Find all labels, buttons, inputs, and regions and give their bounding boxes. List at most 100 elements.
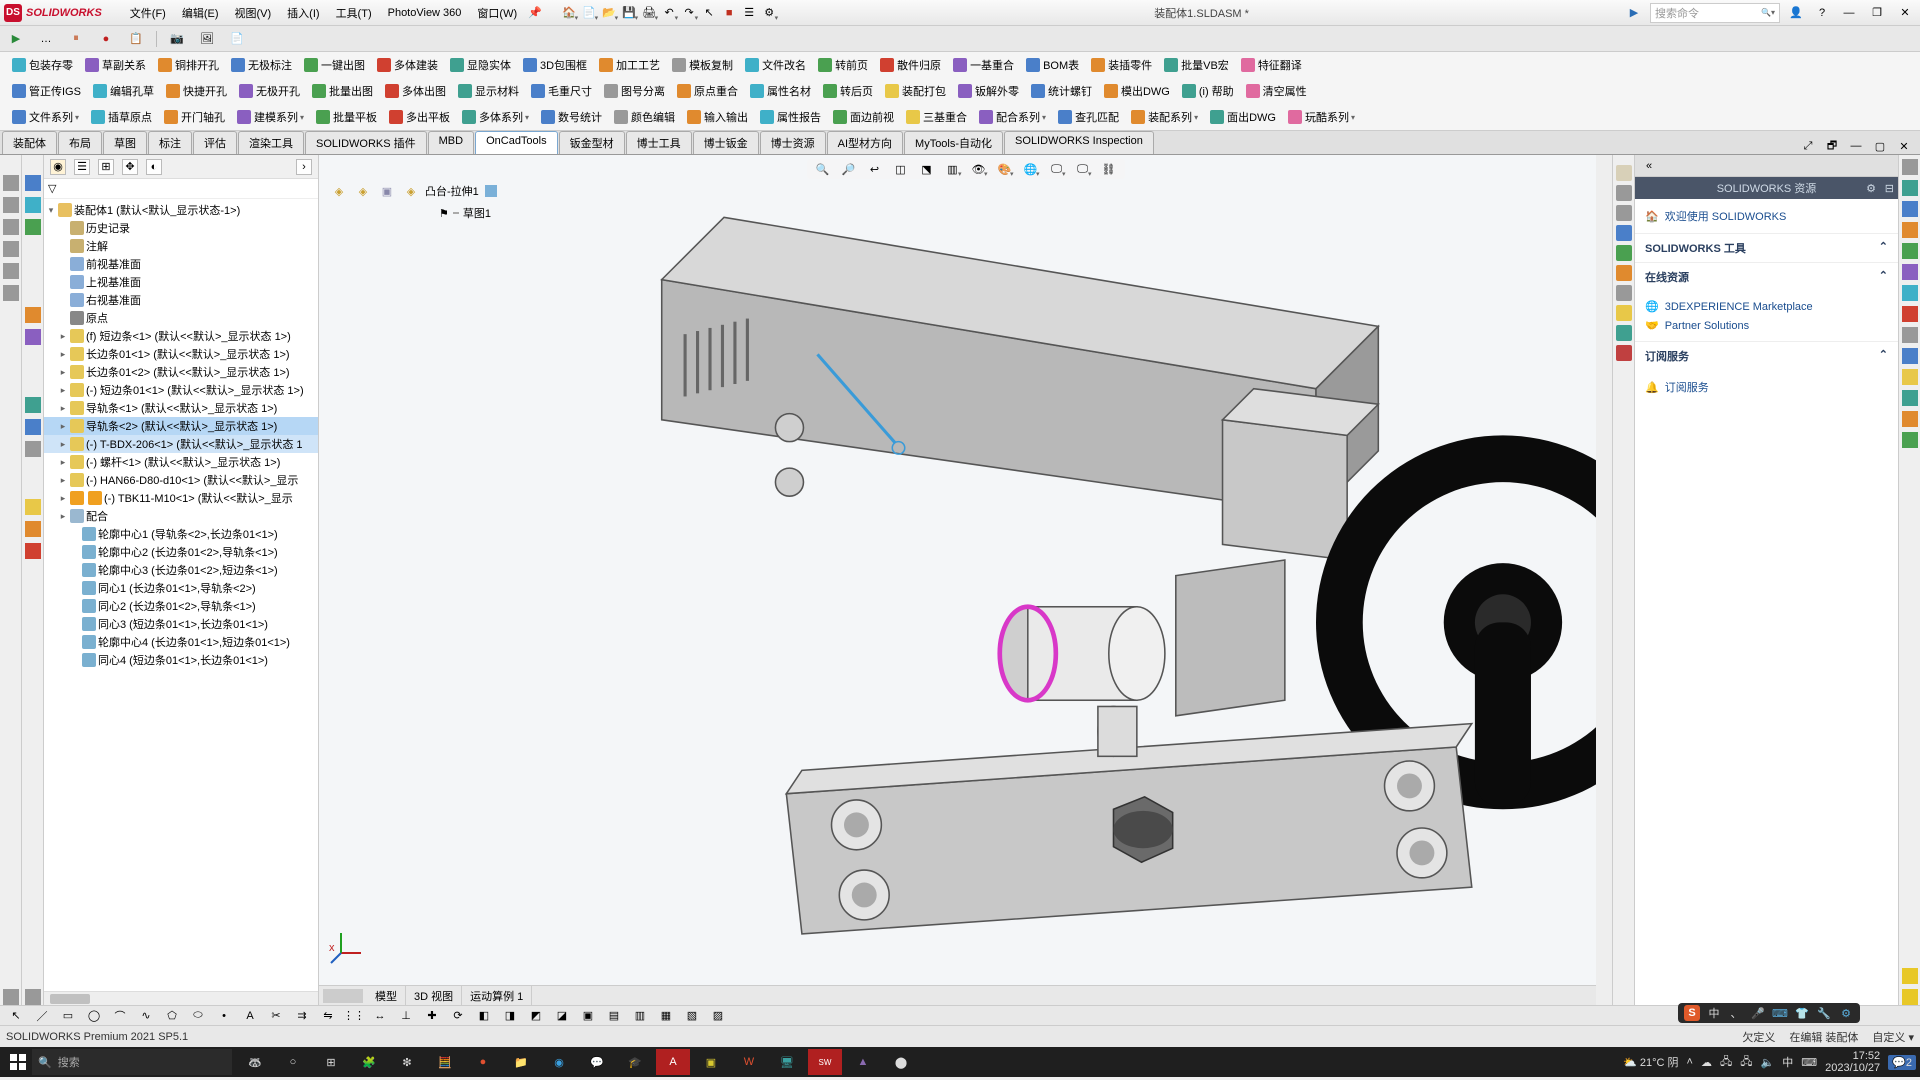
rstrip-highlight-icon[interactable] (1902, 989, 1918, 1005)
start-button[interactable] (4, 1049, 32, 1075)
tree-row[interactable]: ▸(-) T-BDX-206<1> (默认<<默认>_显示状态 1 (44, 435, 318, 453)
strip2-icon[interactable] (25, 307, 41, 323)
clipboard-icon[interactable]: 📄 (229, 31, 245, 47)
command-button[interactable]: 多体建装 (372, 55, 443, 75)
res-welcome[interactable]: 🏠 欢迎使用 SOLIDWORKS (1645, 205, 1888, 227)
ribbon-tab[interactable]: MBD (428, 131, 474, 154)
res-head-online[interactable]: 在线资源⌃ (1635, 262, 1898, 291)
notification-icon[interactable]: 💬2 (1888, 1055, 1916, 1070)
tree-row[interactable]: ▸导轨条<2> (默认<<默认>_显示状态 1>) (44, 417, 318, 435)
window-close[interactable]: ✕ (1894, 4, 1916, 22)
command-button[interactable]: 3D包围框 (518, 55, 592, 75)
command-button[interactable]: 钣解外零 (953, 81, 1024, 101)
tree-body[interactable]: ▾装配体1 (默认<默认_显示状态-1>)历史记录注解前视基准面上视基准面右视基… (44, 199, 318, 991)
menu-photoview[interactable]: PhotoView 360 (380, 7, 470, 19)
sk-trim-icon[interactable]: ✂ (268, 1008, 284, 1024)
command-button[interactable]: 模出DWG (1099, 81, 1175, 101)
ime-set-icon[interactable]: ⚙ (1838, 1005, 1854, 1021)
sk-convert-icon[interactable]: ⟳ (450, 1008, 466, 1024)
rstrip-icon[interactable] (1902, 243, 1918, 259)
sk-rect-icon[interactable]: ▭ (60, 1008, 76, 1024)
ribbon-tab[interactable]: 渲染工具 (238, 131, 304, 154)
ribbon-tab[interactable]: 钣金型材 (559, 131, 625, 154)
tree-row[interactable]: ▸长边条01<2> (默认<<默认>_显示状态 1>) (44, 363, 318, 381)
strip2-icon[interactable] (25, 397, 41, 413)
ribbon-tab[interactable]: 草图 (103, 131, 147, 154)
tray-keyboard-icon[interactable]: ⌨ (1801, 1056, 1817, 1069)
command-button[interactable]: 玩酷系列▾ (1283, 107, 1360, 127)
tree-collapse-icon[interactable]: › (296, 159, 312, 175)
rstrip-icon[interactable] (1902, 306, 1918, 322)
command-button[interactable]: 统计螺钉 (1026, 81, 1097, 101)
ribbon-tab[interactable]: 博士资源 (760, 131, 826, 154)
rstrip-icon[interactable] (1902, 180, 1918, 196)
command-button[interactable]: 毛重尺寸 (526, 81, 597, 101)
command-button[interactable]: 文件系列▾ (7, 107, 84, 127)
command-button[interactable]: 无极标注 (226, 55, 297, 75)
tray-volume-icon[interactable]: 🔈 (1761, 1056, 1775, 1069)
command-button[interactable]: 管正传IGS (7, 81, 86, 101)
menu-insert[interactable]: 插入(I) (279, 5, 327, 21)
command-button[interactable]: 草副关系 (80, 55, 151, 75)
panel-back-icon[interactable]: « (1641, 158, 1657, 174)
tab-window-icon[interactable]: 🗗 (1824, 138, 1840, 154)
ribbon-tab[interactable]: 装配体 (2, 131, 57, 154)
ime-skin-icon[interactable]: 👕 (1794, 1005, 1810, 1021)
ime-mic-icon[interactable]: 🎤 (1750, 1005, 1766, 1021)
tray-chevron-icon[interactable]: ˄ (1687, 1056, 1693, 1068)
ribbon-tab[interactable]: 博士钣金 (693, 131, 759, 154)
command-button[interactable]: 快捷开孔 (161, 81, 232, 101)
sk-more8-icon[interactable]: ▦ (658, 1008, 674, 1024)
ribbon-tab[interactable]: SOLIDWORKS Inspection (1004, 131, 1154, 154)
command-button[interactable]: 特征翻译 (1236, 55, 1307, 75)
command-button[interactable]: 数号统计 (536, 107, 607, 127)
sk-point-icon[interactable]: • (216, 1008, 232, 1024)
sk-more6-icon[interactable]: ▤ (606, 1008, 622, 1024)
sk-circle-icon[interactable]: ◯ (86, 1008, 102, 1024)
rstrip-icon[interactable] (1902, 222, 1918, 238)
ime-floating-bar[interactable]: S 中 、 🎤 ⌨ 👕 🔧 ⚙ (1678, 1003, 1860, 1023)
command-button[interactable]: 铜排开孔 (153, 55, 224, 75)
ime-rec-icon[interactable]: ⌨ (1772, 1005, 1788, 1021)
tree-row[interactable]: 轮廓中心3 (长边条01<2>,短边条<1>) (44, 561, 318, 579)
command-button[interactable]: 装插零件 (1086, 55, 1157, 75)
sk-rel-icon[interactable]: ⊥ (398, 1008, 414, 1024)
taskbar-search[interactable]: 🔍 搜索 (32, 1049, 232, 1075)
ctx-icon[interactable] (1616, 225, 1632, 241)
menu-view[interactable]: 视图(V) (227, 5, 280, 21)
res-head-subscribe[interactable]: 订阅服务⌃ (1635, 341, 1898, 370)
command-button[interactable]: (i) 帮助 (1177, 81, 1239, 101)
user-icon[interactable]: 👤 (1788, 5, 1804, 21)
tab-expand-icon[interactable]: ⤢ (1800, 138, 1816, 154)
tree-row[interactable]: 轮廓中心4 (长边条01<1>,短边条01<1>) (44, 633, 318, 651)
ribbon-tab[interactable]: 布局 (58, 131, 102, 154)
tree-row[interactable]: 前视基准面 (44, 255, 318, 273)
sk-more9-icon[interactable]: ▧ (684, 1008, 700, 1024)
rstrip-icon[interactable] (1902, 348, 1918, 364)
taskbar-clock[interactable]: 17:52 2023/10/27 (1825, 1050, 1880, 1074)
window-minimize[interactable]: — (1838, 4, 1860, 22)
sk-fix-icon[interactable]: ✚ (424, 1008, 440, 1024)
tree-row[interactable]: ▸(-) 螺杆<1> (默认<<默认>_显示状态 1>) (44, 453, 318, 471)
options-icon[interactable]: ☰ (741, 5, 757, 21)
undo-icon[interactable]: ↶ (661, 5, 677, 21)
command-button[interactable]: 一基重合 (948, 55, 1019, 75)
rstrip-icon[interactable] (1902, 369, 1918, 385)
sk-mirror-icon[interactable]: ⇋ (320, 1008, 336, 1024)
command-button[interactable]: 三基重合 (901, 107, 972, 127)
strip1-icon[interactable] (3, 263, 19, 279)
tree-tab3-icon[interactable]: ⊞ (98, 159, 114, 175)
tree-row[interactable]: 轮廓中心1 (导轨条<2>,长边条01<1>) (44, 525, 318, 543)
tree-row[interactable]: 注解 (44, 237, 318, 255)
command-button[interactable]: 多出平板 (384, 107, 455, 127)
command-button[interactable]: 装配系列▾ (1126, 107, 1203, 127)
command-button[interactable]: 多体系列▾ (457, 107, 534, 127)
res-gear-icon[interactable]: ⚙ (1866, 182, 1876, 195)
strip2-icon[interactable] (25, 329, 41, 345)
command-button[interactable]: 面边前视 (828, 107, 899, 127)
tree-tab5-icon[interactable]: ◐ (146, 159, 162, 175)
taskbar-app[interactable]: ▣ (694, 1049, 728, 1075)
command-button[interactable]: 查孔匹配 (1053, 107, 1124, 127)
res-pin-icon[interactable]: ⊟ (1885, 182, 1894, 195)
strip2-icon[interactable] (25, 219, 41, 235)
